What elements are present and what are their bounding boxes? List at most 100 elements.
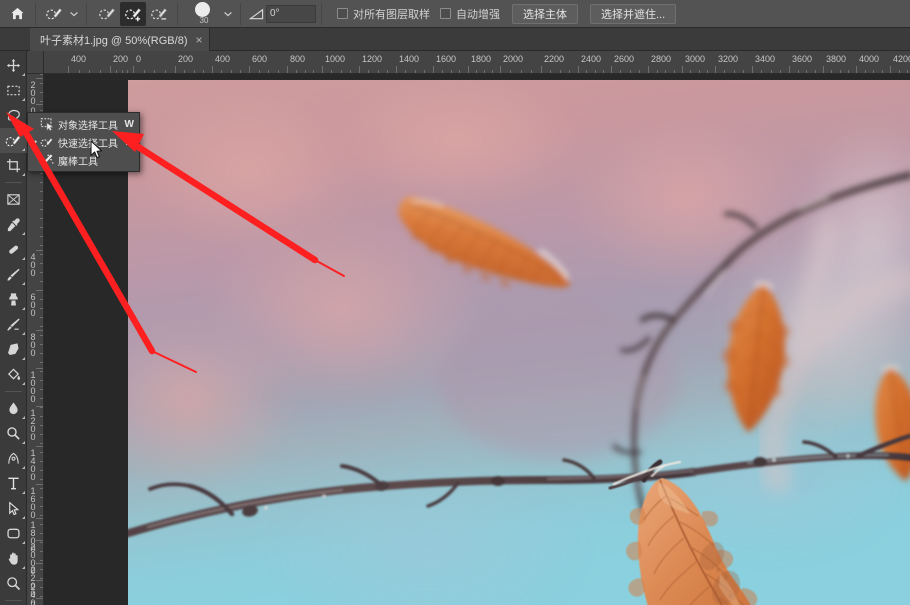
new-selection-button[interactable] (94, 2, 120, 26)
add-to-selection-button[interactable] (120, 1, 146, 26)
ruler-minor-tick (40, 272, 43, 273)
ruler-tick (36, 598, 43, 599)
brush-size-preview[interactable]: 30 (187, 1, 221, 27)
ruler-tick-label: 2600 (614, 54, 635, 64)
ruler-minor-tick (40, 335, 43, 336)
ruler-tick (890, 66, 891, 73)
sidebar-item-quick-selection-tool[interactable] (0, 128, 27, 153)
ruler-tick (212, 66, 213, 73)
ruler-minor-tick (239, 70, 241, 73)
home-icon[interactable] (4, 1, 30, 27)
ruler-minor-tick (742, 70, 744, 73)
subtract-from-selection-button[interactable] (146, 2, 172, 26)
select-and-mask-button[interactable]: 选择并遮住... (590, 3, 677, 24)
image-canvas[interactable] (128, 80, 910, 605)
sidebar-item-eyedropper-tool[interactable] (0, 212, 27, 237)
sample-all-layers-label: 对所有图层取样 (353, 8, 430, 21)
sample-all-layers-checkbox[interactable]: 对所有图层取样 (337, 6, 430, 22)
ruler-tick-label: 1400 (399, 54, 420, 64)
divider (4, 600, 22, 601)
ruler-minor-tick (864, 70, 866, 73)
ruler-minor-tick (40, 353, 43, 354)
ruler-tick-label: 4200 (893, 54, 910, 64)
ruler-tick-label: 2800 (651, 54, 672, 64)
document-tab[interactable]: 叶子素材1.jpg @ 50%(RGB/8) × (30, 28, 210, 51)
sidebar-item-rectangular-marquee-tool[interactable] (0, 78, 27, 103)
divider (321, 2, 322, 25)
document-tab-bar: 叶子素材1.jpg @ 50%(RGB/8) × (0, 28, 910, 51)
tool-group-corner (22, 382, 25, 385)
ruler-minor-tick (230, 70, 232, 73)
ruler-minor-tick (881, 70, 883, 73)
options-bar: 30 0° 对所有图层取样 自动增强 选择主体 选择并遮住... (0, 0, 910, 28)
flyout-item-magic-wand-tool[interactable]: 魔棒工具 (28, 151, 139, 169)
ruler-tick-label: 2000 (503, 54, 524, 64)
sidebar-item-lasso-tool[interactable] (0, 103, 27, 128)
ruler-tick-label: 1200 (362, 54, 383, 64)
ruler-minor-tick (40, 227, 43, 228)
select-subject-button[interactable]: 选择主体 (512, 3, 578, 24)
mouse-pointer-icon (90, 140, 103, 164)
sidebar-item-frame-tool[interactable] (0, 187, 27, 212)
brush-options-chevron-down-icon[interactable] (221, 2, 235, 26)
ruler-minor-tick (40, 461, 43, 462)
ruler-minor-tick (873, 70, 874, 73)
ruler-minor-tick (530, 70, 532, 73)
sidebar-item-crop-tool[interactable] (0, 153, 27, 178)
selection-mode-group (94, 1, 172, 26)
canvas-area[interactable] (44, 74, 910, 605)
checkbox-box (337, 8, 348, 19)
sidebar-item-move-tool[interactable] (0, 53, 27, 78)
sidebar-item-brush-tool[interactable] (0, 262, 27, 287)
sidebar-item-rectangle-tool[interactable] (0, 521, 27, 546)
ruler-tick (468, 66, 469, 73)
auto-enhance-checkbox[interactable]: 自动增强 (440, 6, 500, 22)
ruler-minor-tick (40, 200, 43, 201)
flyout-item-quick-selection-tool[interactable]: • 快速选择工具 W (28, 133, 139, 151)
divider (86, 2, 87, 25)
sidebar-item-paint-bucket-tool[interactable] (0, 362, 27, 387)
ruler-tick (682, 66, 683, 73)
ruler-minor-tick (40, 101, 43, 102)
sidebar-item-path-selection-tool[interactable] (0, 496, 27, 521)
ruler-minor-tick (40, 524, 43, 525)
close-icon[interactable]: × (196, 34, 203, 46)
ruler-minor-tick (40, 209, 43, 210)
ruler-tick-label: 400 (215, 54, 231, 64)
ruler-minor-tick (277, 70, 279, 73)
ruler-corner[interactable] (27, 51, 44, 74)
ruler-minor-tick (40, 398, 43, 399)
sidebar-item-healing-brush-tool[interactable] (0, 237, 27, 262)
tool-group-corner (22, 282, 25, 285)
ruler-tick (611, 66, 612, 73)
ruler-minor-tick (295, 70, 297, 73)
ruler-minor-tick (40, 344, 43, 345)
sidebar-item-dodge-tool[interactable] (0, 421, 27, 446)
sidebar-item-eraser-tool[interactable] (0, 337, 27, 362)
ruler-minor-tick (602, 70, 604, 73)
sidebar-item-pen-tool[interactable] (0, 446, 27, 471)
ruler-minor-tick (377, 70, 379, 73)
ruler-minor-tick (127, 70, 129, 73)
sidebar-item-clone-stamp-tool[interactable] (0, 287, 27, 312)
sidebar-item-history-brush-tool[interactable] (0, 312, 27, 337)
sidebar-item-type-tool[interactable] (0, 471, 27, 496)
ruler-minor-tick (40, 380, 43, 381)
sidebar-item-blur-tool[interactable] (0, 396, 27, 421)
ruler-minor-tick (40, 560, 43, 561)
quick-selection-tool-icon (39, 134, 55, 150)
ruler-minor-tick (40, 479, 43, 480)
ruler-minor-tick (89, 70, 90, 73)
current-tool-preview-icon[interactable] (41, 2, 67, 26)
ruler-tick (36, 484, 43, 485)
horizontal-ruler[interactable]: 400 200 0 200 400 600 800 1000 1200 1400 1600 1800 2… (44, 51, 910, 74)
flyout-item-object-selection-tool[interactable]: 对象选择工具 W (28, 115, 139, 133)
sidebar-item-hand-tool[interactable] (0, 546, 27, 571)
ruler-minor-tick (304, 70, 306, 73)
chevron-down-icon[interactable] (67, 2, 81, 26)
ruler-tick (36, 540, 43, 541)
ruler-minor-tick (40, 182, 43, 183)
angle-input[interactable]: 0° (266, 4, 316, 23)
sidebar-item-zoom-tool[interactable] (0, 571, 27, 596)
ruler-minor-tick (40, 569, 43, 570)
